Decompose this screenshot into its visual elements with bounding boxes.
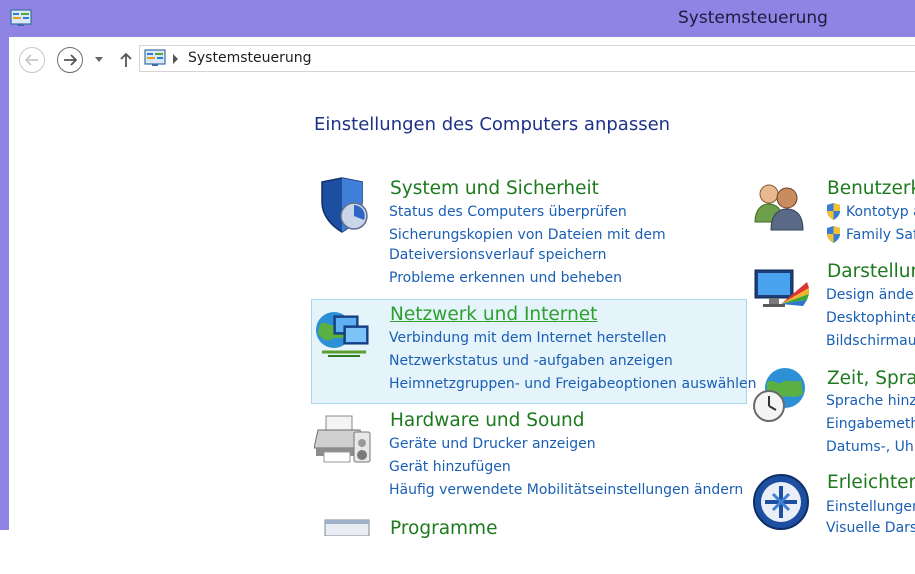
recent-locations-button[interactable] xyxy=(91,51,107,67)
window-title: Systemsteuerung xyxy=(678,8,828,28)
programs-icon[interactable] xyxy=(319,516,377,574)
link-devices-printers[interactable]: Geräte und Drucker anzeigen xyxy=(389,436,596,452)
arrow-right-icon xyxy=(64,54,77,66)
link-mobility-settings[interactable]: Häufig verwendete Mobilitätseinstellunge… xyxy=(389,482,743,498)
category-title-ease-of-access[interactable]: Erleichtert xyxy=(827,472,915,493)
title-bar: Systemsteuerung xyxy=(0,0,915,37)
category-title-user-accounts[interactable]: Benutzerko xyxy=(827,178,915,199)
category-title-network-internet[interactable]: Netzwerk und Internet xyxy=(390,304,597,325)
window-frame-left xyxy=(0,37,9,530)
category-title-programs[interactable]: Programme xyxy=(390,518,497,539)
ease-of-access-icon[interactable] xyxy=(751,472,809,530)
arrow-up-icon xyxy=(120,52,132,67)
navigation-toolbar: Systemsteuerung xyxy=(9,37,915,84)
category-title-hardware-sound[interactable]: Hardware und Sound xyxy=(390,410,585,431)
link-connect-internet[interactable]: Verbindung mit dem Internet herstellen xyxy=(389,330,666,346)
forward-button[interactable] xyxy=(57,47,83,73)
link-network-status[interactable]: Netzwerkstatus und -aufgaben anzeigen xyxy=(389,353,673,369)
link-change-account-type[interactable]: Kontotyp ä xyxy=(846,204,915,220)
link-ease-settings[interactable]: Einstellungen xyxy=(826,499,915,515)
main-content: Einstellungen des Computers anpassen Sys… xyxy=(9,84,915,539)
globe-clock-icon[interactable] xyxy=(751,366,809,424)
security-shield-icon[interactable] xyxy=(314,176,372,234)
link-screen-resolution[interactable]: Bildschirmau xyxy=(826,333,915,349)
category-title-appearance[interactable]: Darstellung xyxy=(827,261,915,282)
link-add-device[interactable]: Gerät hinzufügen xyxy=(389,459,511,475)
display-palette-icon[interactable] xyxy=(751,264,809,322)
link-troubleshoot[interactable]: Probleme erkennen und beheben xyxy=(389,270,622,286)
link-change-theme[interactable]: Design änder xyxy=(826,287,915,303)
link-visual-display[interactable]: Visuelle Darst xyxy=(826,520,915,536)
link-check-status[interactable]: Status des Computers überprüfen xyxy=(389,204,627,220)
control-panel-icon xyxy=(144,49,166,67)
link-backup-files[interactable]: Sicherungskopien von Dateien mit dem xyxy=(389,227,666,243)
link-input-methods[interactable]: Eingabemeth xyxy=(826,416,915,432)
up-button[interactable] xyxy=(117,49,135,71)
back-button[interactable] xyxy=(19,47,45,73)
address-bar[interactable]: Systemsteuerung xyxy=(139,45,915,72)
arrow-left-icon xyxy=(25,54,38,66)
link-homegroup-sharing[interactable]: Heimnetzgruppen- und Freigabeoptionen au… xyxy=(389,376,757,392)
breadcrumb-separator-icon[interactable] xyxy=(173,54,178,64)
network-globe-icon[interactable] xyxy=(314,306,372,364)
link-desktop-background[interactable]: Desktophinte xyxy=(826,310,915,326)
link-add-language[interactable]: Sprache hinzu xyxy=(826,393,915,409)
link-file-history[interactable]: Dateiversionsverlauf speichern xyxy=(389,247,607,263)
link-family-safety[interactable]: Family Safe xyxy=(846,227,915,243)
page-heading: Einstellungen des Computers anpassen xyxy=(314,114,671,135)
chevron-down-icon xyxy=(95,56,103,62)
users-icon[interactable] xyxy=(751,176,809,234)
printer-icon[interactable] xyxy=(313,410,372,468)
category-title-system-security[interactable]: System und Sicherheit xyxy=(390,178,599,199)
link-date-time-format[interactable]: Datums-, Uhrz xyxy=(826,439,915,455)
uac-shield-icon xyxy=(826,203,841,220)
category-title-clock-language-region[interactable]: Zeit, Sprac xyxy=(827,368,915,389)
breadcrumb[interactable]: Systemsteuerung xyxy=(188,50,311,66)
uac-shield-icon xyxy=(826,226,841,243)
control-panel-icon[interactable] xyxy=(10,9,32,27)
